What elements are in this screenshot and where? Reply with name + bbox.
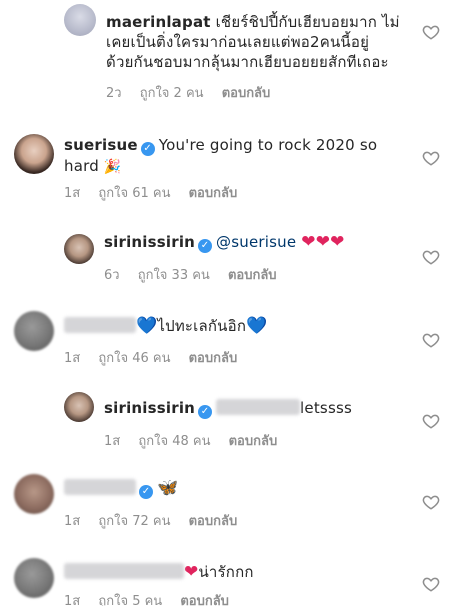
red-heart-icon: ❤ (330, 232, 345, 252)
like-heart-icon[interactable] (422, 248, 440, 266)
comment-item: 💙ไปทะเลกันอิก💙 1ส ถูกใจ 46 คน ตอบกลับ (0, 305, 462, 368)
likes-count[interactable]: ถูกใจ 2 คน (140, 86, 204, 101)
blue-heart-icon: 💙 (246, 316, 268, 336)
comment-item: suerisue ✓ You're going to rock 2020 so ha… (0, 128, 462, 208)
avatar[interactable] (64, 392, 94, 422)
comment-line: letssss (300, 399, 352, 417)
username[interactable]: suerisue (64, 136, 138, 154)
comment-line: เชียร์ชิปปี้กับเฮียบอยมาก ไม่ (215, 13, 400, 31)
avatar[interactable] (14, 474, 54, 514)
likes-count[interactable]: ถูกใจ 46 คน (98, 351, 170, 366)
comment-text: suerisue ✓ You're going to rock 2020 so ha… (64, 135, 404, 177)
verified-badge-icon: ✓ (198, 405, 213, 419)
username[interactable]: sirinissirin (104, 399, 195, 417)
username-redacted (64, 479, 136, 495)
like-heart-icon[interactable] (422, 493, 440, 511)
red-heart-icon: ❤ (184, 562, 199, 582)
red-heart-icon: ❤ (301, 232, 316, 252)
mention-redacted (216, 399, 301, 415)
blue-heart-icon: 💙 (136, 316, 158, 336)
comment-line: น่ารักกก (198, 563, 254, 581)
avatar[interactable] (64, 4, 96, 36)
reply-button[interactable]: ตอบกลับ (228, 268, 277, 283)
mention-link[interactable]: @suerisue (216, 233, 296, 251)
comment-text: ❤น่ารักกก (64, 562, 364, 582)
timestamp: 1ส (64, 186, 81, 201)
timestamp: 6ว (104, 268, 120, 283)
timestamp: 1ส (64, 594, 81, 606)
reply-button[interactable]: ตอบกลับ (229, 434, 278, 449)
comment-line: เคยเป็นติ่งใครมาก่อนเลยแต่พอ2คนนี้อยู่ (106, 33, 370, 51)
reply-button[interactable]: ตอบกลับ (189, 514, 238, 529)
avatar[interactable] (14, 558, 54, 598)
likes-count[interactable]: ถูกใจ 61 คน (98, 186, 170, 201)
username-redacted (64, 563, 184, 579)
butterfly-icon: 🦋 (157, 478, 179, 498)
red-heart-icon: ❤ (315, 232, 331, 252)
avatar[interactable] (64, 234, 94, 264)
timestamp: 1ส (104, 434, 121, 449)
likes-count[interactable]: ถูกใจ 48 คน (138, 434, 210, 449)
comment-text: sirinissirin ✓ letssss (104, 398, 414, 419)
party-popper-icon: 🎉 (103, 159, 122, 175)
comment-meta: 6ว ถูกใจ 33 คน ตอบกลับ (104, 264, 291, 285)
comment-item: ❤น่ารักกก 1ส ถูกใจ 5 คน ตอบกลับ (0, 552, 462, 606)
comment-text: sirinissirin ✓ @suerisue ❤❤❤ (104, 232, 404, 253)
comment-meta: 1ส ถูกใจ 5 คน ตอบกลับ (64, 590, 243, 606)
reply-button[interactable]: ตอบกลับ (180, 594, 229, 606)
reply-button[interactable]: ตอบกลับ (189, 186, 238, 201)
timestamp: 2ว (106, 86, 122, 101)
like-heart-icon[interactable] (422, 575, 440, 593)
comment-line: ด้วยกันชอบมากลุ้นมากเฮียบอยยยสักทีเถอะ (106, 53, 389, 71)
comment-item: ✓ 🦋 1ส ถูกใจ 72 คน ตอบกลับ (0, 468, 462, 531)
like-heart-icon[interactable] (422, 23, 440, 41)
username[interactable]: maerinlapat (106, 13, 211, 31)
comment-text: ✓ 🦋 (64, 478, 364, 499)
comment-item: sirinissirin ✓ letssss 1ส ถูกใจ 48 คน ตอบก… (0, 388, 462, 451)
timestamp: 1ส (64, 351, 81, 366)
comment-line: You're going to rock 2020 so (158, 136, 378, 154)
timestamp: 1ส (64, 514, 81, 529)
username[interactable]: sirinissirin (104, 233, 195, 251)
verified-badge-icon: ✓ (140, 142, 155, 156)
comment-meta: 1ส ถูกใจ 72 คน ตอบกลับ (64, 510, 251, 531)
comment-text: maerinlapat เชียร์ชิปปี้กับเฮียบอยมาก ไม… (106, 12, 406, 72)
comment-item: maerinlapat เชียร์ชิปปี้กับเฮียบอยมาก ไม… (0, 0, 462, 103)
likes-count[interactable]: ถูกใจ 5 คน (98, 594, 162, 606)
comment-meta: 1ส ถูกใจ 46 คน ตอบกลับ (64, 347, 251, 368)
likes-count[interactable]: ถูกใจ 33 คน (138, 268, 210, 283)
verified-badge-icon: ✓ (139, 485, 153, 499)
like-heart-icon[interactable] (422, 331, 440, 349)
comment-line: ไปทะเลกันอิก (157, 317, 247, 335)
avatar[interactable] (14, 311, 54, 351)
comment-meta: 2ว ถูกใจ 2 คน ตอบกลับ (106, 82, 284, 103)
comment-meta: 1ส ถูกใจ 61 คน ตอบกลับ (64, 182, 251, 203)
username-redacted (64, 317, 136, 333)
comment-line: hard (64, 157, 99, 175)
comment-meta: 1ส ถูกใจ 48 คน ตอบกลับ (104, 430, 291, 451)
like-heart-icon[interactable] (422, 149, 440, 167)
comment-text: 💙ไปทะเลกันอิก💙 (64, 316, 364, 336)
verified-badge-icon: ✓ (198, 239, 213, 253)
like-heart-icon[interactable] (422, 412, 440, 430)
avatar[interactable] (14, 134, 54, 174)
reply-button[interactable]: ตอบกลับ (222, 86, 271, 101)
likes-count[interactable]: ถูกใจ 72 คน (98, 514, 170, 529)
comment-item: sirinissirin ✓ @suerisue ❤❤❤ 6ว ถูกใจ 33 ค… (0, 222, 462, 292)
reply-button[interactable]: ตอบกลับ (189, 351, 238, 366)
